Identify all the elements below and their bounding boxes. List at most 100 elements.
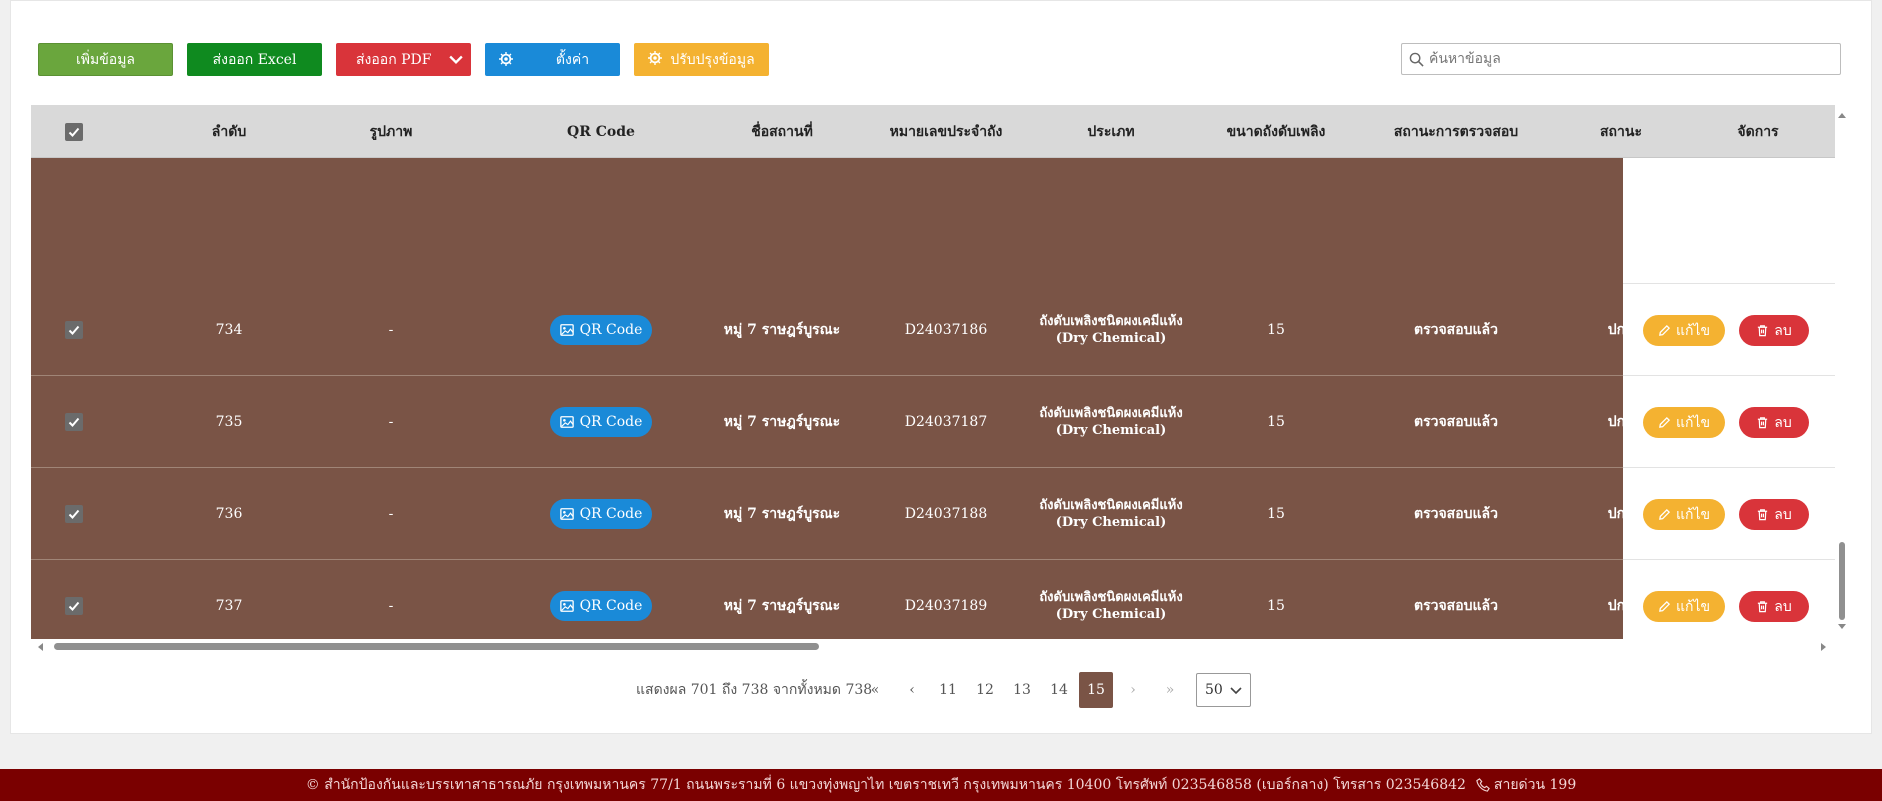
export-pdf-label: ส่งออก PDF <box>356 51 432 68</box>
table-row-main: 736 - QR Code หมู่ 7 ราษฎร์บูรณะ D24037188 ถั… <box>31 468 1634 560</box>
page-button-active[interactable]: 15 <box>1079 672 1113 708</box>
checkbox-checked-icon <box>65 597 83 615</box>
update-data-label: ปรับปรุงข้อมูล <box>670 51 755 68</box>
row-checkbox[interactable] <box>51 284 97 376</box>
qr-code-button[interactable]: QR Code <box>550 315 652 345</box>
col-header-image[interactable]: รูปภาพ <box>313 105 469 158</box>
footer: © สำนักป้องกันและบรรเทาสาธารณภัย กรุงเทพ… <box>0 769 1882 801</box>
table-row: 737 - QR Code หมู่ 7 ราษฎร์บูรณะ D24037189 ถั… <box>31 560 1835 639</box>
table-row-actions: แก้ไข ลบ <box>1623 284 1835 376</box>
edit-button[interactable]: แก้ไข <box>1643 591 1725 622</box>
cell-no: 737 <box>215 598 243 614</box>
settings-button[interactable]: ตั้งค่า <box>485 43 620 76</box>
select-all-checkbox[interactable] <box>51 105 97 158</box>
pencil-icon <box>1659 416 1670 428</box>
cell-size: 15 <box>1267 598 1285 614</box>
scroll-right-icon[interactable] <box>1820 642 1828 652</box>
cell-place: หมู่ 7 ราษฎร์บูรณะ <box>723 322 841 338</box>
vertical-scrollbar-thumb[interactable] <box>1839 542 1845 620</box>
table-row-main: 737 - QR Code หมู่ 7 ราษฎร์บูรณะ D24037189 ถั… <box>31 560 1634 639</box>
edit-button[interactable]: แก้ไข <box>1643 315 1725 346</box>
table-row-actions: แก้ไข ลบ <box>1623 560 1835 639</box>
horizontal-scrollbar-thumb[interactable] <box>54 643 819 650</box>
page-button[interactable]: 13 <box>1005 672 1039 708</box>
row-checkbox[interactable] <box>51 468 97 560</box>
page-size-select[interactable]: 50 <box>1196 673 1251 707</box>
edit-button[interactable]: แก้ไข <box>1643 407 1725 438</box>
qr-code-label: QR Code <box>579 322 643 338</box>
qr-code-button[interactable]: QR Code <box>550 499 652 529</box>
cell-qr: QR Code <box>477 284 725 376</box>
cell-image: - <box>388 414 394 430</box>
table-header: ลำดับ รูปภาพ QR Code ชื่อสถานที่ หมายเลข… <box>31 105 1835 158</box>
edit-label: แก้ไข <box>1675 506 1711 523</box>
delete-label: ลบ <box>1774 322 1792 339</box>
footer-hotline: สายด่วน 199 <box>1493 777 1577 793</box>
cell-size: 15 <box>1267 414 1285 430</box>
cell-place: หมู่ 7 ราษฎร์บูรณะ <box>723 506 841 522</box>
col-header-type[interactable]: ประเภท <box>1031 105 1191 158</box>
scroll-up-icon[interactable] <box>1837 111 1847 119</box>
image-icon <box>559 508 574 520</box>
chevron-down-icon[interactable] <box>441 43 471 76</box>
search-input[interactable] <box>1429 44 1829 74</box>
cell-type: ถังดับเพลิงชนิดผงเคมีแห้ง (Dry Chemical) <box>1039 590 1183 622</box>
trash-icon <box>1758 601 1768 613</box>
footer-text: © สำนักป้องกันและบรรเทาสาธารณภัย กรุงเทพ… <box>305 777 1466 793</box>
next-page-button[interactable]: › <box>1116 672 1150 708</box>
scroll-left-icon[interactable] <box>36 642 44 652</box>
cell-image: - <box>388 322 394 338</box>
edit-label: แก้ไข <box>1675 598 1711 615</box>
add-button[interactable]: เพิ่มข้อมูล <box>38 43 173 76</box>
table-row: 734 - QR Code หมู่ 7 ราษฎร์บูรณะ D24037186 ถั… <box>31 284 1835 376</box>
col-header-size[interactable]: ขนาดถังดับเพลิง <box>1191 105 1361 158</box>
trash-icon <box>1758 417 1768 429</box>
pagination-info: แสดงผล 701 ถึง 738 จากทั้งหมด 738 <box>636 682 873 698</box>
settings-label: ตั้งค่า <box>555 51 590 68</box>
export-pdf-button[interactable]: ส่งออก PDF <box>336 43 471 76</box>
col-header-place[interactable]: ชื่อสถานที่ <box>701 105 863 158</box>
delete-label: ลบ <box>1774 598 1792 615</box>
cell-serial: D24037187 <box>904 414 988 430</box>
cell-size: 15 <box>1267 322 1285 338</box>
row-checkbox[interactable] <box>51 376 97 468</box>
add-button-label: เพิ่มข้อมูล <box>75 51 136 68</box>
delete-button[interactable]: ลบ <box>1739 407 1809 438</box>
qr-code-label: QR Code <box>579 506 643 522</box>
col-header-no[interactable]: ลำดับ <box>153 105 305 158</box>
horizontal-scrollbar[interactable] <box>31 639 1835 653</box>
qr-code-button[interactable]: QR Code <box>550 591 652 621</box>
col-header-qr[interactable]: QR Code <box>477 105 725 158</box>
qr-code-button[interactable]: QR Code <box>550 407 652 437</box>
page-button[interactable]: 11 <box>931 672 965 708</box>
col-header-inspection[interactable]: สถานะการตรวจสอบ <box>1361 105 1551 158</box>
table-row: 736 - QR Code หมู่ 7 ราษฎร์บูรณะ D24037188 ถั… <box>31 468 1835 560</box>
delete-button[interactable]: ลบ <box>1739 591 1809 622</box>
cell-no: 734 <box>215 322 243 338</box>
scroll-down-icon[interactable] <box>1837 623 1847 631</box>
vertical-scrollbar[interactable] <box>1835 105 1849 639</box>
update-data-button[interactable]: ปรับปรุงข้อมูล <box>634 43 769 76</box>
page-button[interactable]: 14 <box>1042 672 1076 708</box>
cell-size: 15 <box>1267 506 1285 522</box>
first-page-button[interactable]: « <box>858 672 892 708</box>
prev-page-button[interactable]: ‹ <box>895 672 929 708</box>
page-size-value: 50 <box>1205 682 1223 698</box>
col-header-serial[interactable]: หมายเลขประจำถัง <box>861 105 1031 158</box>
col-header-status[interactable]: สถานะ <box>1551 105 1691 158</box>
data-table: ลำดับ รูปภาพ QR Code ชื่อสถานที่ หมายเลข… <box>31 105 1835 639</box>
delete-button[interactable]: ลบ <box>1739 315 1809 346</box>
cell-serial: D24037186 <box>904 322 988 338</box>
page-button[interactable]: 12 <box>968 672 1002 708</box>
edit-label: แก้ไข <box>1675 322 1711 339</box>
edit-button[interactable]: แก้ไข <box>1643 499 1725 530</box>
cell-serial: D24037189 <box>904 598 988 614</box>
export-excel-button[interactable]: ส่งออก Excel <box>187 43 322 76</box>
col-header-actions: จัดการ <box>1737 123 1779 140</box>
delete-button[interactable]: ลบ <box>1739 499 1809 530</box>
row-checkbox[interactable] <box>51 560 97 639</box>
image-icon <box>559 600 574 612</box>
last-page-button[interactable]: » <box>1153 672 1187 708</box>
chevron-down-icon <box>1230 687 1242 695</box>
search-box <box>1401 43 1841 75</box>
